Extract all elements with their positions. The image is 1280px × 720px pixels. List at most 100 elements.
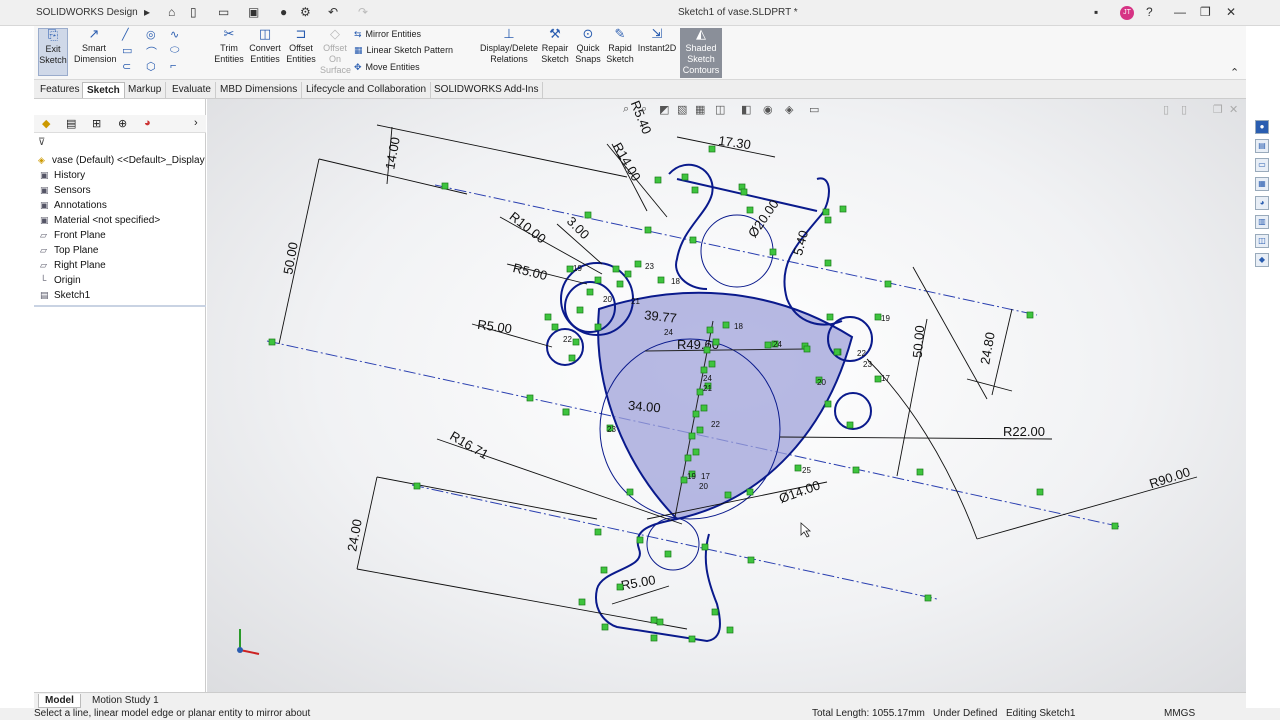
tab-markup[interactable]: Markup: [124, 82, 167, 98]
dynamic-annotation-icon[interactable]: ▦: [695, 103, 705, 116]
mirror-entities-button[interactable]: ⇆ Mirror Entities: [354, 29, 421, 40]
dim-14[interactable]: 14.00: [382, 136, 402, 171]
instant2d-button[interactable]: ⇲ Instant2D: [636, 27, 678, 54]
collapse-ribbon-icon[interactable]: ⌃: [1230, 66, 1239, 79]
dim-3400[interactable]: 34.00: [628, 398, 662, 416]
rapid-sketch-button[interactable]: ✎ Rapid Sketch: [606, 27, 634, 65]
offset-entities-button[interactable]: ⊐ Offset Entities: [286, 27, 316, 65]
repair-sketch-button[interactable]: ⚒ Repair Sketch: [540, 27, 570, 65]
convert-entities-button[interactable]: ◫ Convert Entities: [248, 27, 282, 65]
smart-dimension-button[interactable]: ↗ Smart Dimension: [74, 27, 117, 65]
cad-models-icon[interactable]: ◆: [1255, 253, 1269, 267]
config-manager-icon[interactable]: ⊞: [92, 117, 101, 130]
graphics-area[interactable]: ⌕ ⌕ ◩ ▧ ▦ ◫ ◧ ◉ ◈ ▭ ▯ ▯ ❐ ✕ 14.00 R5.40 …: [207, 99, 1246, 692]
dim-r1000[interactable]: R10.00: [507, 209, 549, 247]
exit-sketch-button[interactable]: ⎘ Exit Sketch: [38, 28, 68, 76]
tab-model[interactable]: Model: [38, 694, 81, 708]
trim-entities-button[interactable]: ✂ Trim Entities: [214, 27, 244, 65]
dim-r2200[interactable]: R22.00: [1003, 424, 1045, 439]
ellipse-icon[interactable]: ⬭: [170, 44, 179, 57]
arc-icon[interactable]: ⌒: [146, 44, 157, 60]
design-library-icon[interactable]: ▤: [1255, 139, 1269, 153]
polygon-icon[interactable]: ⬡: [146, 60, 156, 73]
tab-motion-study[interactable]: Motion Study 1: [86, 694, 165, 707]
line-icon[interactable]: ╱: [122, 28, 129, 41]
slot-icon[interactable]: ⊂: [122, 60, 131, 73]
zoom-area-icon[interactable]: ⌕: [641, 103, 647, 116]
dim-1730[interactable]: 17.30: [717, 133, 751, 152]
user-avatar[interactable]: JT: [1120, 6, 1134, 20]
hide-show-icon[interactable]: ◉: [763, 103, 773, 116]
display-manager-icon[interactable]: ◕: [144, 117, 151, 129]
options-gear-icon[interactable]: ⚙: [300, 5, 311, 19]
rebuild-icon[interactable]: ●: [280, 5, 287, 19]
circle-icon[interactable]: ◎: [146, 28, 156, 41]
tab-features[interactable]: Features: [36, 82, 85, 98]
viewport-close-icon[interactable]: ✕: [1229, 103, 1238, 116]
tree-item-front-plane[interactable]: ▱ Front Plane: [40, 230, 106, 241]
feature-tree-icon[interactable]: ◆: [42, 117, 50, 130]
dim-5000-right[interactable]: 50.00: [910, 325, 928, 359]
property-manager-icon[interactable]: ▤: [66, 117, 76, 130]
dim-xpert-icon[interactable]: ⊕: [118, 117, 127, 130]
previous-view-icon[interactable]: ◩: [659, 103, 669, 116]
dim-2480[interactable]: 24.80: [977, 331, 997, 366]
pane-divider[interactable]: [34, 305, 206, 307]
redo-icon[interactable]: ↷: [358, 5, 368, 19]
shaded-sketch-contours-button[interactable]: ◭ Shaded Sketch Contours: [680, 27, 722, 78]
tab-add-ins[interactable]: SOLIDWORKS Add-Ins: [430, 82, 544, 98]
viewport-split-icon[interactable]: ▯: [1181, 103, 1187, 116]
file-explorer-icon[interactable]: ▭: [1255, 158, 1269, 172]
dim-r500-a[interactable]: R5.00: [511, 260, 548, 283]
appearances-icon[interactable]: ◕: [1255, 196, 1269, 210]
minimize-icon[interactable]: —: [1174, 5, 1186, 19]
tab-lifecycle[interactable]: Lifecycle and Collaboration: [302, 82, 432, 98]
viewport-restore-icon[interactable]: ❐: [1213, 103, 1223, 116]
dim-dia2000[interactable]: Ø20.00: [745, 197, 782, 241]
view-settings-icon[interactable]: ▭: [809, 103, 819, 116]
forum-icon[interactable]: ◫: [1255, 234, 1269, 248]
help-icon[interactable]: ?: [1146, 5, 1153, 19]
filter-icon[interactable]: ⊽: [38, 137, 45, 148]
linear-sketch-pattern-button[interactable]: ▦ Linear Sketch Pattern: [354, 45, 453, 56]
new-document-icon[interactable]: ▯: [190, 5, 197, 19]
tree-item-right-plane[interactable]: ▱ Right Plane: [40, 260, 106, 271]
tree-item-origin[interactable]: └ Origin: [40, 275, 81, 286]
tab-evaluate[interactable]: Evaluate: [168, 82, 216, 98]
fillet-icon[interactable]: ⌐: [170, 60, 176, 72]
tree-root[interactable]: ◈ vase (Default) <<Default>_Display: [38, 155, 205, 166]
view-palette-icon[interactable]: ▦: [1255, 177, 1269, 191]
tree-item-top-plane[interactable]: ▱ Top Plane: [40, 245, 98, 256]
home-icon[interactable]: ⌂: [168, 5, 175, 19]
dim-dia1400[interactable]: Ø14.00: [777, 477, 822, 506]
dim-r500-c[interactable]: R5.00: [620, 572, 657, 593]
tree-item-annotations[interactable]: ▣ Annotations: [40, 200, 107, 211]
tab-mbd-dimensions[interactable]: MBD Dimensions: [216, 82, 303, 98]
tree-item-sketch1[interactable]: ▤ Sketch1: [40, 290, 90, 301]
display-delete-relations-button[interactable]: ⊥ Display/Delete Relations: [480, 27, 538, 65]
resources-icon[interactable]: ●: [1255, 120, 1269, 134]
undo-icon[interactable]: ↶: [328, 5, 338, 19]
section-view-icon[interactable]: ▧: [677, 103, 687, 116]
dim-5000-left[interactable]: 50.00: [280, 241, 300, 276]
command-prompt-icon[interactable]: ▪: [1094, 5, 1098, 19]
custom-properties-icon[interactable]: ▥: [1255, 215, 1269, 229]
save-icon[interactable]: ▣: [248, 5, 259, 19]
panel-more-icon[interactable]: ›: [194, 117, 198, 129]
dim-r500-b[interactable]: R5.00: [476, 317, 512, 337]
tree-item-material[interactable]: ▣ Material <not specified>: [40, 215, 160, 226]
solidworks-logo[interactable]: SOLIDWORKS Design: [36, 7, 138, 18]
tree-item-history[interactable]: ▣ History: [40, 170, 85, 181]
move-entities-button[interactable]: ✥ Move Entities: [354, 62, 420, 73]
display-style-icon[interactable]: ◧: [741, 103, 751, 116]
tree-item-sensors[interactable]: ▣ Sensors: [40, 185, 91, 196]
spline-icon[interactable]: ∿: [170, 28, 179, 41]
restore-icon[interactable]: ❐: [1200, 5, 1211, 19]
zoom-to-fit-icon[interactable]: ⌕: [623, 103, 629, 116]
appearance-icon[interactable]: ◈: [785, 103, 793, 116]
status-units[interactable]: MMGS: [1164, 708, 1195, 719]
close-icon[interactable]: ✕: [1226, 5, 1236, 19]
tab-sketch[interactable]: Sketch: [82, 82, 125, 98]
rectangle-icon[interactable]: ▭: [122, 44, 132, 57]
dim-r9000[interactable]: R90.00: [1147, 464, 1192, 491]
